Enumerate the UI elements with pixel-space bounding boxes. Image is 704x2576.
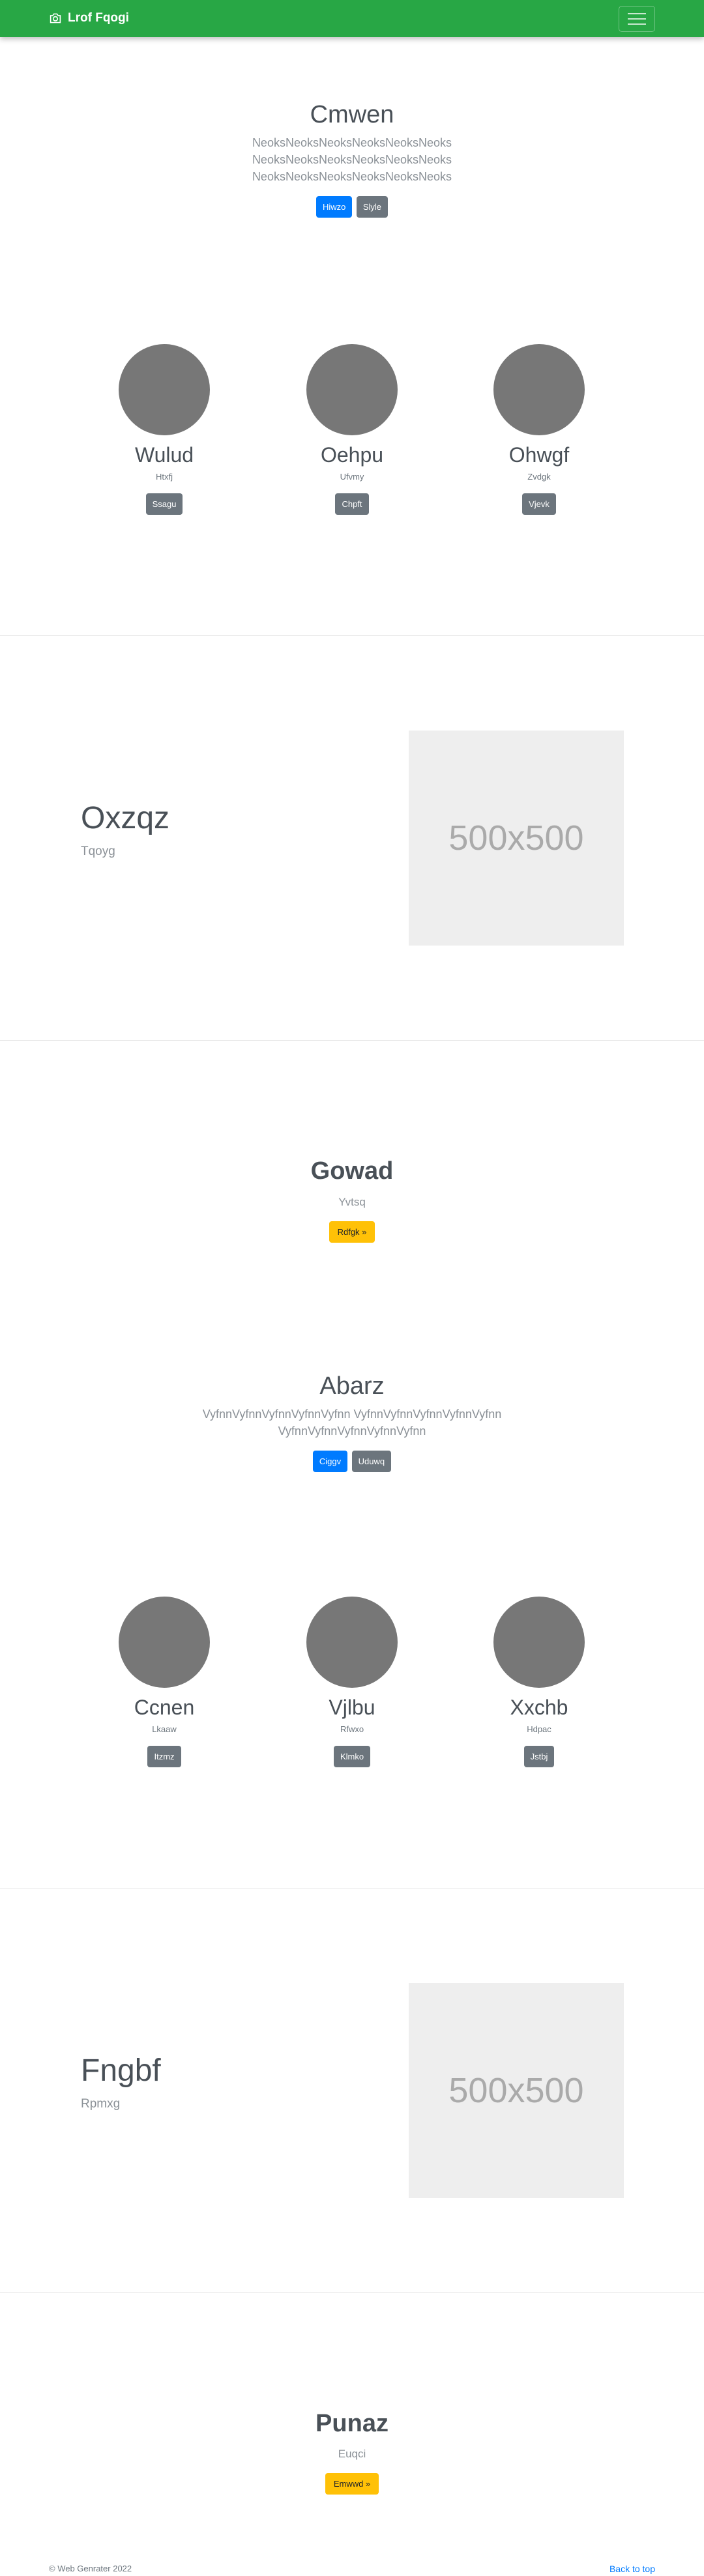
person-button[interactable]: Chpft bbox=[335, 493, 369, 515]
person-name: Wulud bbox=[134, 443, 194, 467]
person-card: Vjlbu Rfwxo Klmko bbox=[274, 1597, 430, 1767]
feature-subtitle: Rpmxg bbox=[81, 2097, 121, 2111]
cta-button-wrap: Rdfgk » bbox=[0, 1221, 704, 1243]
person-name: Ccnen bbox=[134, 1696, 195, 1719]
cta-subtitle: Euqci bbox=[338, 2448, 366, 2460]
hero-lead: NeoksNeoksNeoksNeoksNeoksNeoks bbox=[252, 136, 452, 149]
feature-image-placeholder: 500x500 bbox=[409, 731, 624, 946]
person-card: Oehpu Ufvmy Chpft bbox=[274, 344, 430, 515]
divider bbox=[0, 635, 704, 636]
person-card: Xxchb Hdpac Jstbj bbox=[461, 1597, 617, 1767]
cta-button[interactable]: Rdfgk » bbox=[329, 1221, 375, 1243]
hero-lead: VyfnnVyfnnVyfnnVyfnnVyfnn bbox=[278, 1425, 426, 1438]
navbar-brand[interactable]: Lrof Fqogi bbox=[49, 11, 129, 25]
person-desc: Lkaaw bbox=[152, 1724, 177, 1734]
person-button[interactable]: Vjevk bbox=[522, 493, 556, 515]
camera-icon bbox=[50, 13, 61, 23]
avatar bbox=[493, 1597, 585, 1688]
divider bbox=[0, 2292, 704, 2293]
person-name: Oehpu bbox=[320, 443, 384, 467]
back-to-top-link[interactable]: Back to top bbox=[609, 2564, 655, 2574]
avatar bbox=[493, 344, 585, 435]
person-button[interactable]: Klmko bbox=[333, 1746, 371, 1767]
feature-title: Fngbf bbox=[81, 2053, 161, 2088]
person-button[interactable]: Jstbj bbox=[523, 1746, 555, 1767]
image-size-label: 500x500 bbox=[448, 818, 584, 858]
cta-subtitle: Yvtsq bbox=[338, 1196, 366, 1208]
cta-button-wrap: Emwwd » bbox=[0, 2473, 704, 2495]
cta-title: Punaz bbox=[315, 2410, 389, 2437]
person-card: Ohwgf Zvdgk Vjevk bbox=[461, 344, 617, 515]
hero-primary-button[interactable]: Ciggv bbox=[312, 1451, 348, 1472]
hero-title: Abarz bbox=[319, 1372, 385, 1400]
avatar bbox=[306, 344, 398, 435]
feature-title: Oxzqz bbox=[81, 801, 170, 835]
person-button[interactable]: Ssagu bbox=[145, 493, 183, 515]
avatar bbox=[119, 344, 210, 435]
hero-lead: VyfnnVyfnnVyfnnVyfnnVyfnn VyfnnVyfnnVyfn… bbox=[202, 1408, 502, 1421]
hamburger-icon-bar bbox=[628, 18, 646, 20]
person-desc: Rfwxo bbox=[340, 1724, 364, 1734]
person-name: Vjlbu bbox=[329, 1696, 375, 1719]
navbar: Lrof Fqogi bbox=[0, 0, 704, 37]
person-desc: Zvdgk bbox=[527, 472, 551, 482]
cta-title: Gowad bbox=[310, 1157, 394, 1185]
person-button[interactable]: Itzmz bbox=[147, 1746, 181, 1767]
hero-lead: NeoksNeoksNeoksNeoksNeoksNeoks bbox=[252, 170, 452, 183]
image-size-label: 500x500 bbox=[448, 2071, 584, 2110]
feature-subtitle: Tqoyg bbox=[81, 845, 115, 858]
person-desc: Htxfj bbox=[156, 472, 173, 482]
hero-secondary-button[interactable]: Uduwq bbox=[351, 1451, 392, 1472]
navbar-toggle-button[interactable] bbox=[619, 6, 655, 32]
hamburger-icon-bar bbox=[628, 23, 646, 25]
person-name: Xxchb bbox=[510, 1696, 568, 1719]
person-card: Wulud Htxfj Ssagu bbox=[86, 344, 242, 515]
brand-name: Lrof Fqogi bbox=[68, 11, 129, 25]
feature-image-placeholder: 500x500 bbox=[409, 1983, 624, 2198]
person-name: Ohwgf bbox=[508, 443, 570, 467]
hero-primary-button[interactable]: Hiwzo bbox=[315, 196, 353, 218]
hero-section-1: Cmwen NeoksNeoksNeoksNeoksNeoksNeoks Neo… bbox=[0, 101, 704, 218]
footer-copyright: © Web Genrater 2022 bbox=[49, 2564, 132, 2573]
hero-section-2: Abarz VyfnnVyfnnVyfnnVyfnnVyfnn VyfnnVyf… bbox=[0, 1372, 704, 1472]
person-desc: Ufvmy bbox=[340, 472, 364, 482]
hamburger-icon-bar bbox=[628, 13, 646, 14]
person-desc: Hdpac bbox=[527, 1724, 551, 1734]
hero-title: Cmwen bbox=[310, 101, 394, 128]
divider bbox=[0, 1040, 704, 1041]
cta-button[interactable]: Emwwd » bbox=[325, 2473, 379, 2495]
hero-secondary-button[interactable]: Slyle bbox=[356, 196, 389, 218]
avatar bbox=[306, 1597, 398, 1688]
person-card: Ccnen Lkaaw Itzmz bbox=[86, 1597, 242, 1767]
avatar bbox=[119, 1597, 210, 1688]
hero-lead: NeoksNeoksNeoksNeoksNeoksNeoks bbox=[252, 153, 452, 166]
